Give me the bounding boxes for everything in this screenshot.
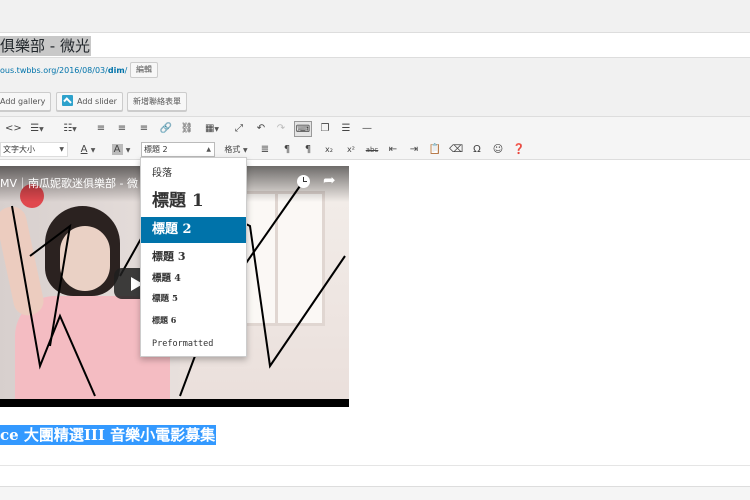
- add-slider-button[interactable]: Add slider: [56, 92, 123, 111]
- emoji-icon[interactable]: ☺: [491, 142, 505, 158]
- strikethrough-icon[interactable]: abc: [365, 142, 379, 158]
- outdent-icon[interactable]: ⇤: [386, 142, 400, 158]
- format-option-heading-1[interactable]: 標題 1: [141, 188, 246, 215]
- format-option-heading-6[interactable]: 標題 6: [141, 310, 246, 330]
- text-color-button[interactable]: A ▼: [75, 142, 101, 158]
- editor-toolbar-primary: <> ☰▼ ☷▼ ≡ ≡ ≡ 🔗 ⛓ ▦▼ ⤢ ↶ ↷ ⌨ ❐ ☰ —: [0, 117, 750, 140]
- justify-icon[interactable]: ≣: [258, 142, 272, 158]
- indent-icon[interactable]: ⇥: [407, 142, 421, 158]
- watch-later-icon[interactable]: [297, 175, 310, 188]
- text-color-icon: A: [80, 144, 88, 155]
- table-button[interactable]: ▦▼: [201, 121, 223, 137]
- page-break-icon[interactable]: ☰: [339, 121, 353, 137]
- subscript-icon[interactable]: x₂: [322, 142, 336, 158]
- format-option-heading-3[interactable]: 標題 3: [141, 246, 246, 268]
- format-option-paragraph[interactable]: 段落: [141, 163, 246, 185]
- numbered-list-icon: ☷: [63, 123, 73, 134]
- format-option-heading-5[interactable]: 標題 5: [141, 289, 246, 309]
- add-contact-form-button[interactable]: 新增聯絡表單: [127, 92, 187, 111]
- slider-icon: [62, 95, 73, 106]
- format-option-heading-4[interactable]: 標題 4: [141, 269, 246, 289]
- permalink-slug: dim: [107, 66, 125, 75]
- post-title-text: 俱樂部 - 微光: [0, 36, 91, 56]
- permalink-row: ous.twbbs.org/2016/08/03/dim/: [0, 64, 127, 78]
- keyboard-shortcut-icon[interactable]: ⌨: [294, 121, 312, 137]
- format-option-preformatted[interactable]: Preformatted: [141, 335, 246, 353]
- paragraph-rtl-icon[interactable]: ¶: [300, 142, 316, 158]
- visual-editor: <> ☰▼ ☷▼ ≡ ≡ ≡ 🔗 ⛓ ▦▼ ⤢ ↶ ↷ ⌨ ❐ ☰ — 文字大小…: [0, 116, 750, 491]
- insert-link-icon[interactable]: 🔗: [159, 121, 173, 137]
- help-icon[interactable]: ❓: [512, 142, 526, 158]
- align-left-icon[interactable]: ≡: [94, 121, 108, 137]
- edit-slug-button[interactable]: 編輯: [130, 62, 158, 78]
- drawn-line-1: [11, 205, 96, 397]
- superscript-icon[interactable]: x²: [344, 142, 358, 158]
- share-icon[interactable]: ➦: [323, 172, 336, 188]
- font-size-select[interactable]: 文字大小 ▼: [0, 142, 68, 157]
- editor-content[interactable]: MV｜南瓜妮歌迷俱樂部 - 微 ➦ ce 大團精選III 音樂小電影募集: [0, 161, 750, 491]
- format-dropdown-menu: 段落 標題 1 標題 2 標題 3 標題 4 標題 5 標題 6 Preform…: [140, 157, 247, 357]
- special-character-icon[interactable]: Ω: [470, 142, 484, 158]
- redo-icon[interactable]: ↷: [274, 121, 288, 137]
- bullet-list-button[interactable]: ☰▼: [27, 121, 47, 137]
- table-icon: ▦: [204, 123, 215, 134]
- styles-button[interactable]: 格式 ▼: [220, 142, 252, 158]
- remove-link-icon[interactable]: ⛓: [180, 121, 194, 137]
- code-icon[interactable]: <>: [5, 121, 22, 137]
- background-color-icon: A: [111, 144, 123, 155]
- undo-icon[interactable]: ↶: [254, 121, 268, 137]
- horizontal-rule-icon[interactable]: —: [360, 121, 374, 137]
- format-option-heading-2[interactable]: 標題 2: [141, 217, 246, 243]
- drawn-line-2: [29, 223, 72, 347]
- content-divider: [0, 465, 750, 466]
- selected-heading-text[interactable]: ce 大團精選III 音樂小電影募集: [0, 425, 217, 445]
- bullet-list-icon: ☰: [30, 123, 40, 134]
- post-title-field[interactable]: 俱樂部 - 微光: [0, 32, 750, 58]
- paste-text-icon[interactable]: 📋: [428, 142, 442, 158]
- add-gallery-button[interactable]: Add gallery: [0, 92, 52, 111]
- editor-toolbar-secondary: 文字大小 ▼ A ▼ A ▼ 標題 2 ▲ 格式 ▼ ≣ ¶ ¶ x₂ x² abc…: [0, 140, 750, 160]
- video-title[interactable]: MV｜南瓜妮歌迷俱樂部 - 微: [0, 175, 138, 191]
- fullscreen-icon[interactable]: ⤢: [232, 121, 246, 137]
- background-color-button[interactable]: A ▼: [108, 142, 134, 158]
- permalink-link[interactable]: ous.twbbs.org/2016/08/03/dim/: [0, 66, 127, 75]
- align-center-icon[interactable]: ≡: [115, 121, 129, 137]
- copy-icon[interactable]: ❐: [318, 121, 332, 137]
- format-select[interactable]: 標題 2 ▲: [141, 142, 215, 157]
- align-right-icon[interactable]: ≡: [137, 121, 151, 137]
- editor-status-bar: [0, 486, 750, 500]
- numbered-list-button[interactable]: ☷▼: [60, 121, 80, 137]
- video-bottom-bar: [0, 399, 349, 407]
- clear-formatting-icon[interactable]: ⌫: [449, 142, 463, 158]
- paragraph-ltr-icon[interactable]: ¶: [279, 142, 295, 158]
